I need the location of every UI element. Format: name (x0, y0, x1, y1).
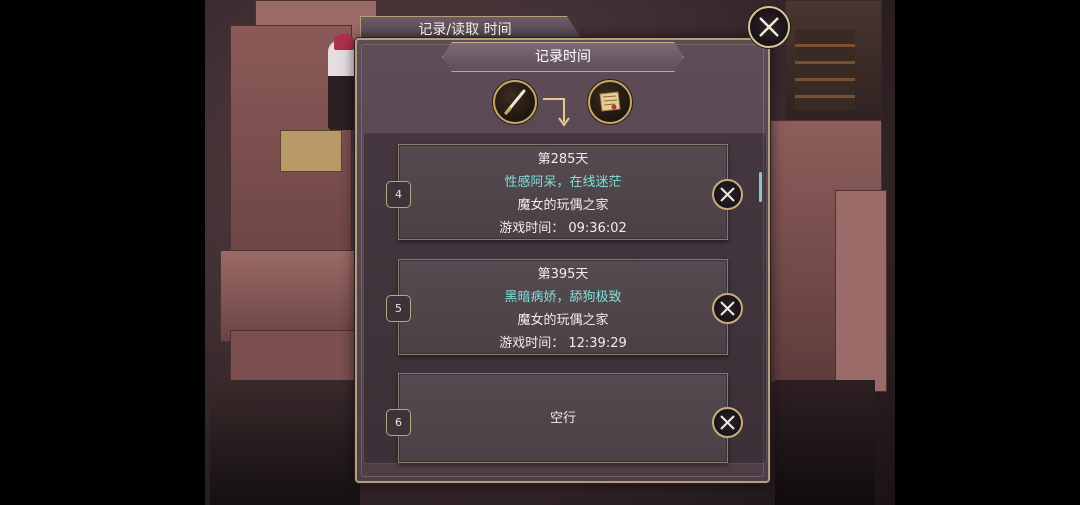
close-dialog-button[interactable] (748, 6, 790, 48)
desk (280, 130, 342, 172)
game-screen: 记录/读取 时间 记录时间 第285天 性感阿呆，在线迷茫 魔女的玩偶之家 游戏… (0, 0, 1080, 505)
empty-slot-label: 空行 (549, 411, 576, 426)
slot-playtime: 游戏时间： 09:36:02 (499, 221, 627, 236)
delete-slot-button[interactable] (712, 179, 743, 210)
save-slot[interactable]: 第395天 黑暗病娇，舔狗极致 魔女的玩偶之家 游戏时间： 12:39:29 (398, 259, 728, 355)
close-icon (759, 17, 779, 37)
floor-block (210, 380, 360, 505)
section-title: 记录时间 (535, 49, 591, 65)
dialog-tab-title: 记录/读取 时间 (418, 22, 512, 38)
character-sprite (328, 40, 356, 130)
close-icon (720, 301, 735, 316)
slot-number-badge: 6 (386, 409, 411, 436)
bookshelf (795, 30, 855, 110)
close-icon (720, 415, 735, 430)
scroll-icon[interactable] (588, 80, 632, 124)
slot-title: 性感阿呆，在线迷茫 (504, 175, 622, 190)
floor-block (775, 380, 875, 505)
close-icon (720, 187, 735, 202)
slot-title: 黑暗病娇，舔狗极致 (504, 290, 622, 305)
floor-block (220, 250, 362, 342)
delete-slot-button[interactable] (712, 293, 743, 324)
save-slot-empty[interactable]: 空行 (398, 373, 728, 463)
character-hair (334, 34, 354, 50)
slot-number-badge: 4 (386, 181, 411, 208)
slot-location: 魔女的玩偶之家 (517, 313, 609, 328)
scrollbar-thumb[interactable] (759, 172, 762, 202)
slot-number-badge: 5 (386, 295, 411, 322)
slot-day: 第285天 (537, 152, 589, 167)
slot-day: 第395天 (537, 267, 589, 282)
quill-icon[interactable] (493, 80, 537, 124)
slot-playtime: 游戏时间： 12:39:29 (499, 336, 627, 351)
delete-slot-button[interactable] (712, 407, 743, 438)
save-slot[interactable]: 第285天 性感阿呆，在线迷茫 魔女的玩偶之家 游戏时间： 09:36:02 (398, 144, 728, 240)
down-arrow-icon (543, 98, 570, 127)
slot-location: 魔女的玩偶之家 (517, 198, 609, 213)
wall-block (835, 190, 887, 392)
